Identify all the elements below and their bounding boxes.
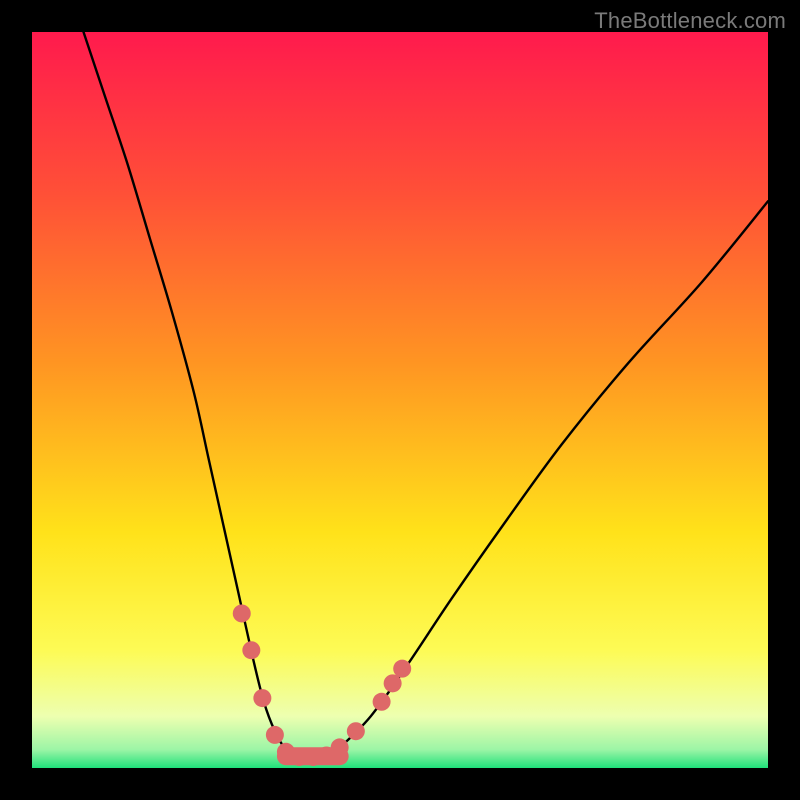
marker-dot <box>373 693 391 711</box>
marker-dot <box>242 641 260 659</box>
marker-dot <box>266 726 284 744</box>
marker-dot <box>347 722 365 740</box>
marker-dot <box>384 674 402 692</box>
marker-dot <box>233 604 251 622</box>
marker-dot <box>331 738 349 756</box>
bottleneck-curve <box>84 32 768 758</box>
chart-svg <box>32 32 768 768</box>
marker-dot <box>393 660 411 678</box>
gradient-plot-area <box>32 32 768 768</box>
watermark-label: TheBottleneck.com <box>594 8 786 34</box>
outer-frame: TheBottleneck.com <box>0 0 800 800</box>
marker-dot <box>253 689 271 707</box>
